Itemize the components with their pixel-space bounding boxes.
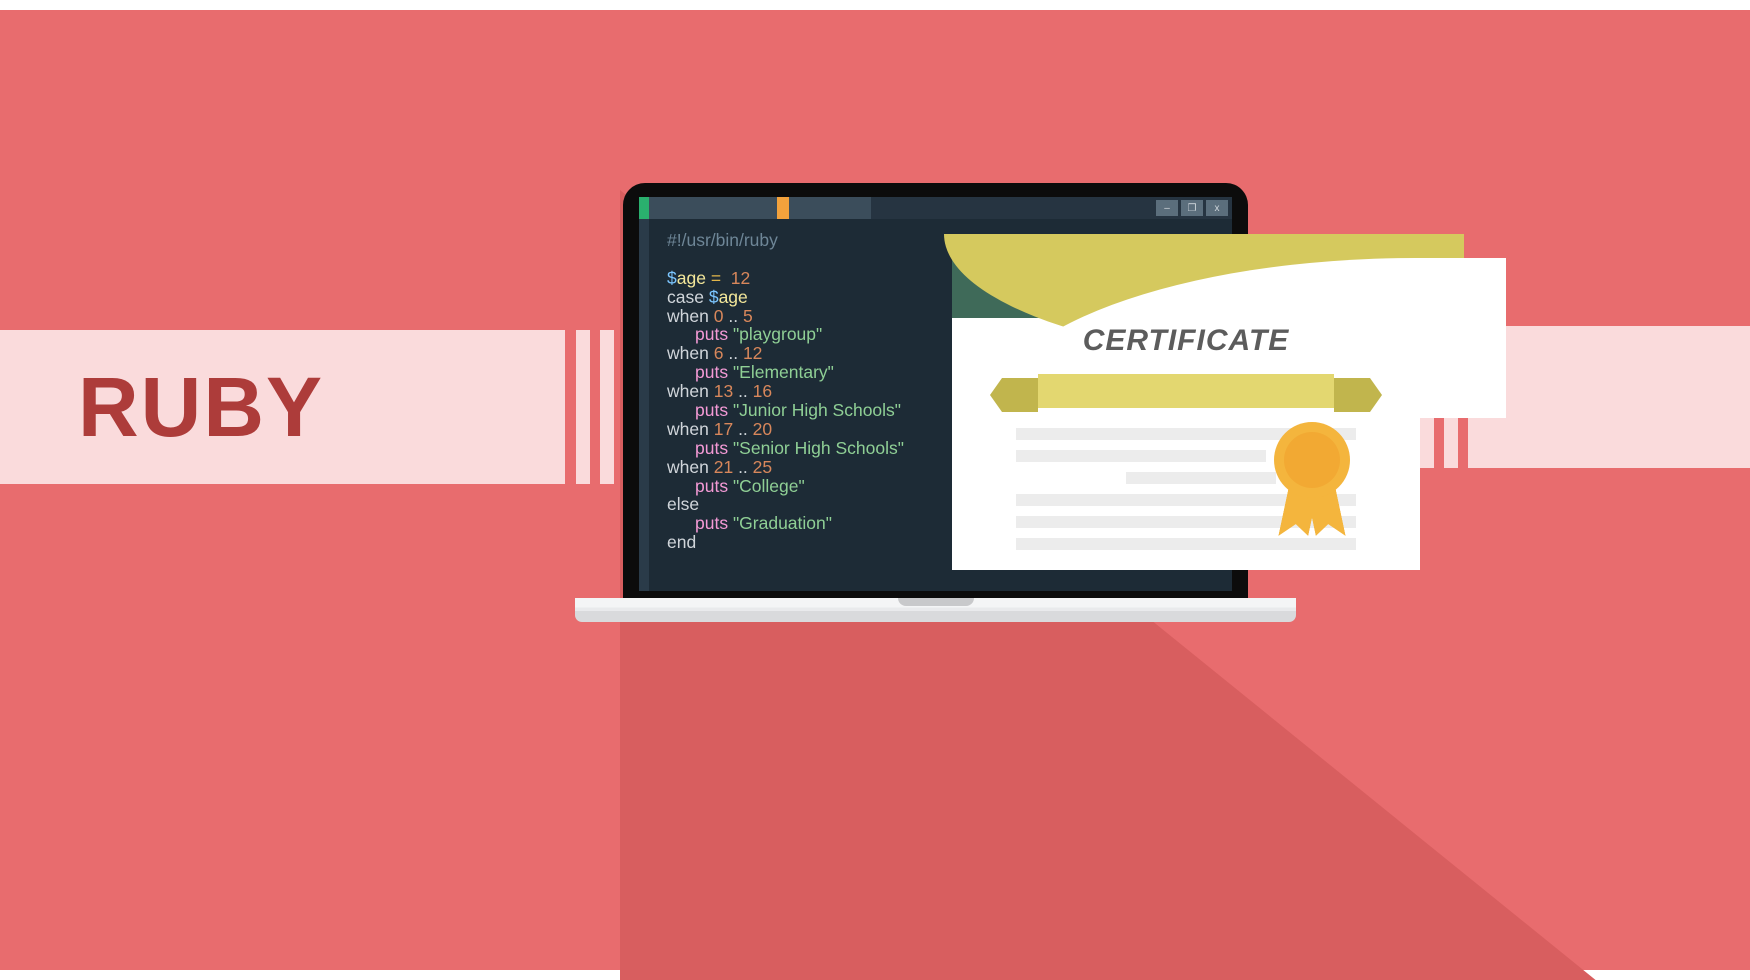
- certificate-card: CERTIFICATE: [952, 240, 1420, 570]
- topbar-accent: [777, 197, 789, 219]
- illustration-stage: RUBY – ❐ x: [0, 0, 1750, 980]
- seal-disc: [1284, 432, 1340, 488]
- award-seal-icon: [1264, 422, 1360, 552]
- topbar-accent: [639, 197, 649, 219]
- banner-stripe: [576, 330, 590, 484]
- maximize-button[interactable]: ❐: [1181, 200, 1203, 216]
- close-icon: x: [1215, 203, 1220, 214]
- ribbon-bar: [1038, 374, 1334, 408]
- code-content: #!/usr/bin/ruby $age = 12 case $age when…: [649, 219, 904, 591]
- title-banner: RUBY: [0, 330, 565, 484]
- banner-stripe: [600, 330, 614, 484]
- editor-gutter: [639, 219, 649, 591]
- ribbon-tail: [1002, 378, 1038, 412]
- title-text: RUBY: [78, 359, 324, 456]
- topbar-segment: [871, 197, 1152, 219]
- ribbon-tail: [1334, 378, 1370, 412]
- certificate-title: CERTIFICATE: [952, 324, 1420, 358]
- maximize-icon: ❐: [1188, 203, 1197, 214]
- minimize-icon: –: [1164, 203, 1170, 214]
- editor-topbar: – ❐ x: [639, 197, 1232, 219]
- text-line: [1126, 472, 1276, 484]
- laptop-notch: [898, 598, 974, 606]
- text-line: [1016, 450, 1266, 462]
- minimize-button[interactable]: –: [1156, 200, 1178, 216]
- banner-stripe: [1468, 326, 1750, 468]
- close-button[interactable]: x: [1206, 200, 1228, 216]
- window-buttons: – ❐ x: [1152, 197, 1232, 219]
- topbar-segment: [789, 197, 871, 219]
- topbar-segment: [649, 197, 777, 219]
- frame-stripe-top: [0, 0, 1750, 10]
- ribbon-banner: [1002, 378, 1370, 412]
